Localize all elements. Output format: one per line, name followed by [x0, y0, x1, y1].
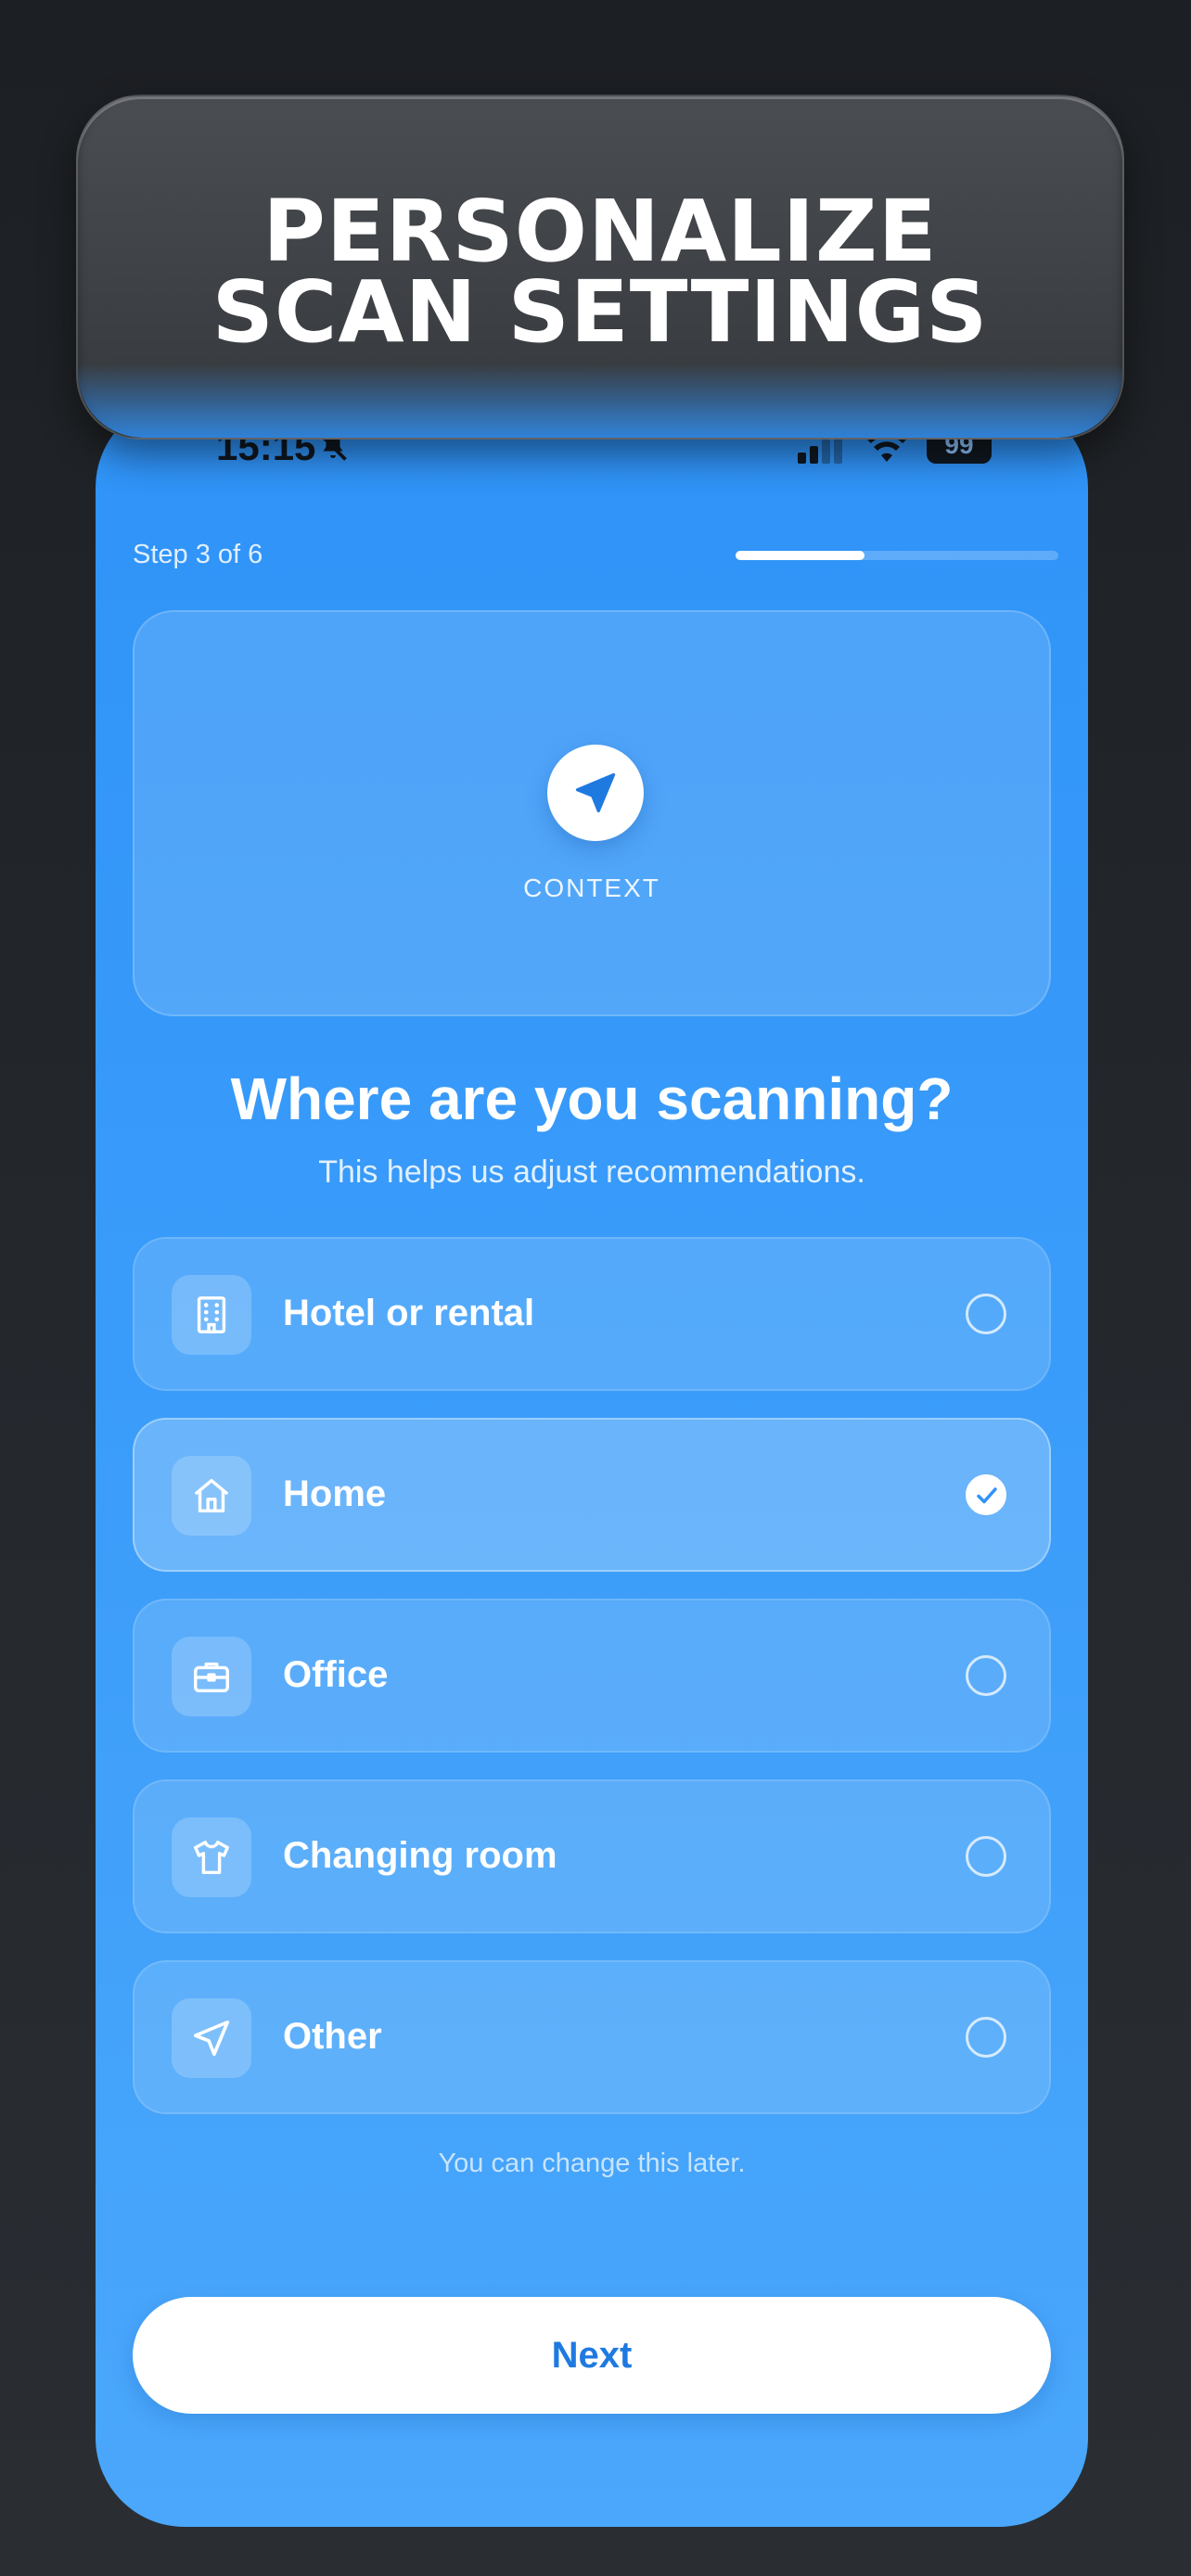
location-arrow-icon — [193, 2020, 230, 2057]
option-other[interactable]: Other — [133, 1960, 1051, 2114]
option-hotel-or-rental[interactable]: Hotel or rental — [133, 1237, 1051, 1391]
step-progress-fill — [736, 551, 865, 560]
option-office[interactable]: Office — [133, 1599, 1051, 1753]
footnote-text: You can change this later. — [438, 2149, 746, 2178]
banner-title-line2: SCAN SETTINGS — [211, 262, 989, 362]
hero-caption: CONTEXT — [523, 874, 660, 902]
radio-unchecked[interactable] — [966, 2017, 1006, 2058]
option-icon-box — [172, 1817, 251, 1897]
hero-icon-circle — [547, 745, 644, 841]
question-subtitle: This helps us adjust recommendations. — [318, 1154, 865, 1190]
location-arrow-icon — [575, 772, 616, 813]
radio-unchecked[interactable] — [966, 1836, 1006, 1877]
question-title: Where are you scanning? — [230, 1065, 954, 1132]
option-label: Changing room — [283, 1835, 557, 1876]
option-home[interactable]: Home — [133, 1418, 1051, 1572]
step-progress-bar — [736, 551, 1058, 560]
option-label: Hotel or rental — [283, 1293, 535, 1333]
radio-checked[interactable] — [966, 1474, 1006, 1515]
context-hero-card: CONTEXT — [133, 610, 1051, 1016]
option-icon-box — [172, 1456, 251, 1536]
option-icon-box — [172, 1637, 251, 1716]
option-changing-room[interactable]: Changing room — [133, 1779, 1051, 1933]
radio-unchecked[interactable] — [966, 1294, 1006, 1334]
option-label: Other — [283, 2016, 382, 2057]
promo-banner: PERSONALIZE SCAN SETTINGS — [76, 95, 1124, 440]
option-label: Office — [283, 1654, 389, 1695]
radio-unchecked[interactable] — [966, 1655, 1006, 1696]
phone-screen: 15:15 99 Step 3 of 6 CONTEXT Where are y… — [96, 399, 1088, 2527]
building-icon — [197, 1296, 226, 1333]
checkmark-icon — [977, 1487, 997, 1504]
shirt-icon — [194, 1840, 229, 1875]
briefcase-icon — [194, 1662, 229, 1693]
option-label: Home — [283, 1473, 387, 1514]
option-icon-box — [172, 1275, 251, 1355]
step-indicator: Step 3 of 6 — [133, 540, 263, 569]
next-button[interactable]: Next — [133, 2297, 1051, 2414]
option-icon-box — [172, 1998, 251, 2078]
home-icon — [194, 1478, 229, 1513]
